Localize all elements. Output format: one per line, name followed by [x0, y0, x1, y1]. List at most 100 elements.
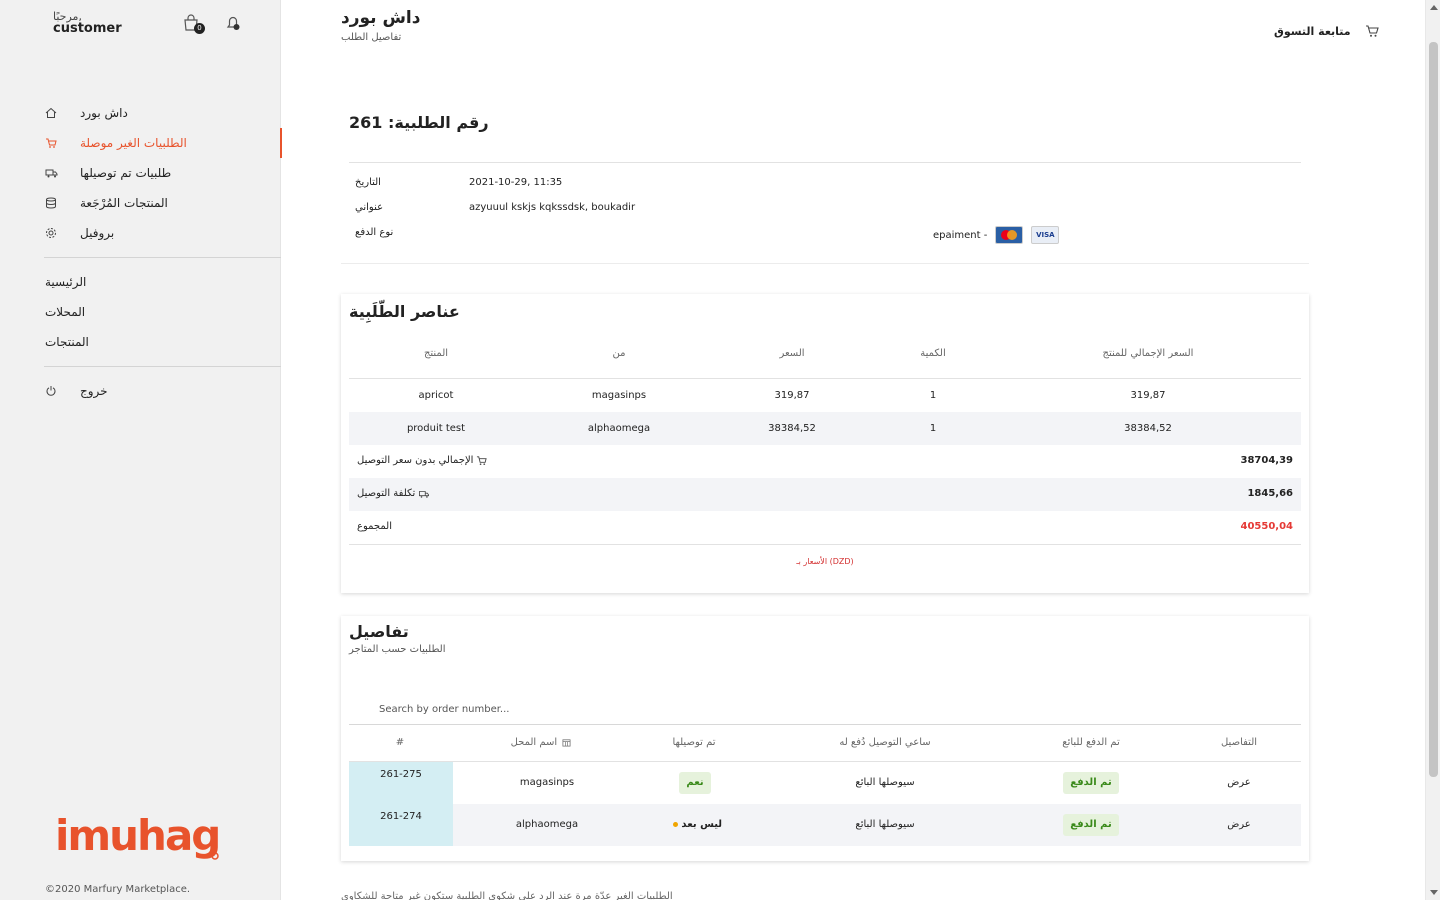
cell-line-total: 319,87 — [1130, 390, 1166, 401]
col-header-from: من — [612, 348, 626, 359]
payment-type-value: epaiment - VISA — [933, 226, 1060, 244]
database-icon — [44, 196, 58, 210]
sidebar-link-products[interactable]: المنتجات — [0, 327, 281, 357]
col-header-product: المنتج — [423, 348, 449, 359]
subtotal-row: الإجمالي بدون سعر التوصيل 38704,39 — [349, 445, 1301, 478]
col-header-details: التفاصيل — [1220, 737, 1258, 748]
sidebar-divider — [44, 257, 281, 258]
col-header-paid-to-seller: تم الدفع للبائع — [1062, 737, 1120, 748]
page-subtitle: تفاصيل الطلب — [341, 32, 402, 43]
continue-shopping-link[interactable]: متابعة التسوق — [1274, 24, 1379, 38]
sidebar-item-label: بروفيل — [80, 226, 115, 240]
details-subtitle: الطلبيات حسب المتاجر — [349, 644, 446, 655]
sidebar-item-profile[interactable]: بروفيل — [0, 218, 281, 248]
sidebar-item-label: داش بورد — [80, 106, 128, 120]
total-label: المجموع — [357, 521, 392, 532]
cart-button[interactable]: 0 — [182, 14, 205, 34]
col-header-courier-paid: ساعي التوصيل دُفع له — [839, 737, 931, 748]
scroll-down-arrow-icon[interactable] — [1430, 890, 1438, 895]
shipping-row: تكلفة التوصيل 1845,66 — [349, 478, 1301, 511]
page-scrollbar[interactable] — [1425, 0, 1440, 900]
bell-icon — [226, 16, 240, 30]
table-row: produit test alphaomega 38384,52 1 38384… — [349, 412, 1301, 445]
subtotal-text: الإجمالي بدون سعر التوصيل — [357, 455, 474, 466]
cell-paid-to-seller: تم الدفع — [1031, 804, 1151, 846]
store-name-header-text: اسم المحل — [510, 737, 558, 748]
col-header-line-total: السعر الإجمالي للمنتج — [1102, 348, 1194, 359]
cell-product: produit test — [406, 423, 466, 434]
cell-paid-to-seller: تم الدفع — [1031, 762, 1151, 804]
store-orders-card: تفاصيل الطلبيات حسب المتاجر # اسم المحل … — [341, 616, 1309, 861]
order-summary-card: رقم الطلبية: 261 التاريخ 2021-10-29, 11:… — [341, 97, 1309, 264]
cell-delivered: ليس بعد — [645, 804, 745, 846]
logout-label: خروج — [80, 384, 108, 398]
username: customer — [53, 21, 122, 36]
sidebar-item-label: طلبيات تم توصيلها — [80, 166, 172, 180]
cell-courier: سيوصلها البائع — [855, 777, 915, 788]
cart-icon — [1365, 25, 1379, 37]
cell-product: apricot — [418, 390, 454, 401]
scrollbar-thumb[interactable] — [1429, 42, 1438, 777]
sidebar-item-undelivered-orders[interactable]: الطلبيات الغير موصلة — [0, 128, 282, 158]
date-label: التاريخ — [355, 177, 381, 188]
notifications-button[interactable] — [224, 14, 242, 32]
gear-icon — [44, 226, 58, 240]
sidebar-item-returned-products[interactable]: المنتجات المُرْجَعة — [0, 188, 281, 218]
address-value: azyuuul kskjs kqkssdsk, boukadir — [469, 202, 636, 213]
sidebar-link-stores[interactable]: المحلات — [0, 297, 281, 327]
order-search-input[interactable] — [349, 695, 1301, 725]
view-details-link[interactable]: عرض — [1199, 804, 1279, 846]
shipping-value: 1845,66 — [1247, 488, 1293, 499]
col-header-hash: # — [395, 737, 405, 748]
totals-divider — [349, 544, 1301, 545]
power-icon — [44, 384, 58, 398]
sidebar: مرحبًا, customer 0 داش بورد الطلبيات الغ… — [0, 0, 282, 900]
not-delivered-text: ليس بعد — [681, 819, 723, 830]
store-icon — [562, 738, 571, 747]
cell-courier: سيوصلها البائع — [855, 819, 915, 830]
currency-note: الأسعار بـ (DZD) — [796, 557, 854, 566]
copyright-text: ©2020 Marfury Marketplace. — [45, 884, 191, 895]
view-details-link[interactable]: عرض — [1199, 762, 1279, 804]
details-title: تفاصيل — [349, 622, 409, 641]
truck-icon — [44, 166, 58, 180]
payment-type-label: نوع الدفع — [355, 227, 394, 238]
scroll-up-arrow-icon[interactable] — [1430, 5, 1438, 10]
address-label: عنواني — [355, 202, 384, 213]
col-header-store-name: اسم المحل — [491, 737, 591, 748]
cell-hash: 261-275 — [349, 762, 453, 804]
sidebar-item-dashboard[interactable]: داش بورد — [0, 98, 281, 128]
paid-badge: تم الدفع — [1063, 772, 1119, 794]
pending-dot-icon — [672, 821, 678, 827]
sidebar-link-home[interactable]: الرئيسية — [0, 267, 281, 297]
imuhag-logo[interactable]: imuhag — [55, 806, 225, 870]
table-row: 261-274 alphaomega ليس بعد سيوصلها البائ… — [349, 804, 1301, 846]
subtotal-label: الإجمالي بدون سعر التوصيل — [357, 455, 488, 466]
cell-price: 38384,52 — [768, 423, 816, 434]
order-items-card: عناصر الطّلَبِية المنتج من السعر الكمية … — [341, 294, 1309, 593]
cell-hash: 261-274 — [349, 804, 453, 846]
table-row: 261-275 magasinps نعم سيوصلها البائع تم … — [349, 762, 1301, 804]
cell-store-name: magasinps — [519, 777, 575, 788]
order-divider — [349, 162, 1301, 163]
home-icon — [44, 106, 58, 120]
cart-count-badge: 0 — [194, 23, 205, 34]
mastercard-icon — [995, 226, 1024, 244]
date-value: 2021-10-29, 11:35 — [469, 177, 563, 188]
shipping-label: تكلفة التوصيل — [357, 488, 430, 499]
order-number-title: رقم الطلبية: 261 — [349, 113, 489, 132]
subtotal-value: 38704,39 — [1240, 455, 1293, 466]
col-header-price: السعر — [779, 348, 805, 359]
logout-button[interactable]: خروج — [0, 376, 281, 406]
truck-icon — [419, 490, 430, 498]
cell-store-name: alphaomega — [515, 819, 579, 830]
sidebar-item-delivered-orders[interactable]: طلبيات تم توصيلها — [0, 158, 281, 188]
delivered-badge: نعم — [679, 772, 711, 794]
cell-quantity: 1 — [929, 423, 937, 434]
logo-text: imuhag — [55, 811, 219, 860]
payment-method-text: epaiment - — [933, 229, 988, 241]
paid-badge: تم الدفع — [1063, 814, 1119, 836]
order-items-title: عناصر الطّلَبِية — [349, 302, 460, 321]
cell-line-total: 38384,52 — [1124, 423, 1172, 434]
col-header-delivered: تم توصيلها — [672, 737, 716, 748]
